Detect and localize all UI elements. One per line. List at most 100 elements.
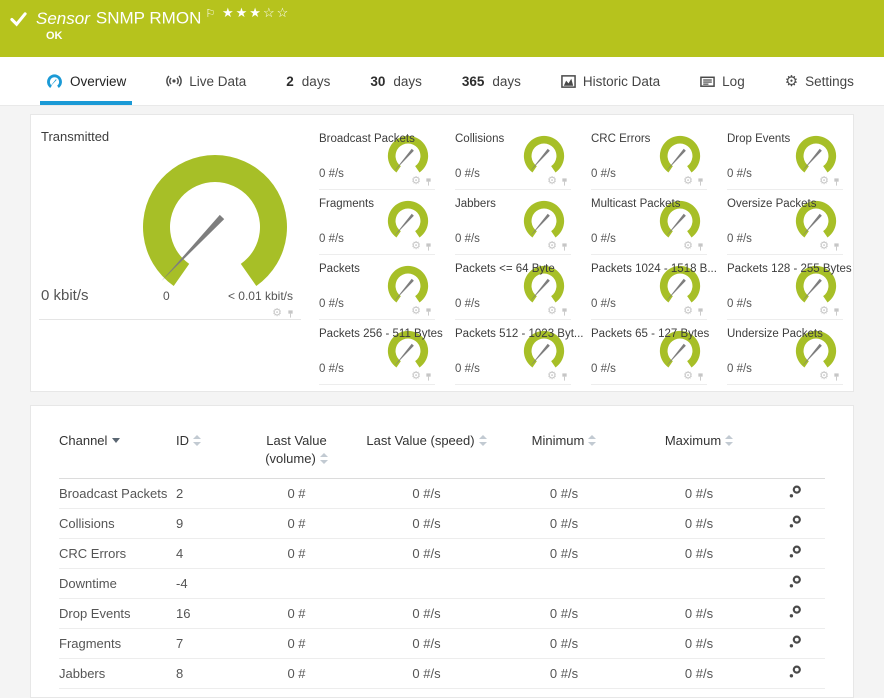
pin-icon[interactable]: [286, 309, 295, 319]
tab-settings[interactable]: ⚙ Settings: [785, 57, 854, 105]
channel-settings-icon[interactable]: [788, 575, 802, 589]
channel-gauge: [795, 135, 837, 173]
gauge-settings-icon[interactable]: ⚙: [411, 306, 421, 317]
gauge-settings-icon[interactable]: ⚙: [683, 371, 693, 382]
channel-gauge-value: 0 #/s: [319, 363, 344, 375]
gauge-settings-icon[interactable]: ⚙: [547, 371, 557, 382]
tab-overview[interactable]: Overview: [39, 57, 133, 105]
gauge-settings-icon[interactable]: ⚙: [683, 241, 693, 252]
table-row: Fragments 7 0 # 0 #/s 0 #/s 0 #/s: [59, 628, 825, 660]
pin-icon[interactable]: [832, 307, 841, 317]
channel-settings-icon[interactable]: [788, 515, 802, 529]
channel-settings-icon[interactable]: [788, 545, 802, 559]
gauge-settings-icon[interactable]: ⚙: [411, 371, 421, 382]
minimum-cell: 0 #/s: [494, 658, 634, 690]
channel-gauge-cell[interactable]: Packets 1024 - 1518 B... 0 #/s ⚙: [591, 255, 717, 320]
minimum-cell: 0 #/s: [494, 508, 634, 540]
status-badge: OK: [46, 30, 63, 42]
gauge-settings-icon[interactable]: ⚙: [819, 306, 829, 317]
gauge-settings-icon[interactable]: ⚙: [683, 306, 693, 317]
gauge-settings-icon[interactable]: ⚙: [683, 176, 693, 187]
priority-stars[interactable]: ★★★☆☆: [222, 5, 290, 21]
channel-gauge-title: Packets 512 - 1023 Byt...: [455, 328, 584, 340]
channel-name-cell: Downtime: [59, 568, 176, 600]
gauge-settings-icon[interactable]: ⚙: [272, 308, 282, 319]
gear-icon: ⚙: [784, 72, 799, 90]
pin-icon[interactable]: [560, 177, 569, 187]
tab-historic-data[interactable]: Historic Data: [561, 57, 660, 105]
sort-icon: [588, 435, 597, 446]
column-header-last-value-volume[interactable]: Last Value (volume): [234, 424, 359, 480]
channel-gauge-cell[interactable]: Packets 0 #/s ⚙: [319, 255, 435, 320]
gauge-settings-icon[interactable]: ⚙: [819, 176, 829, 187]
pin-icon[interactable]: [696, 177, 705, 187]
channel-name-cell: Drop Events: [59, 598, 176, 630]
gauge-settings-icon[interactable]: ⚙: [547, 306, 557, 317]
channel-gauge-grid: Broadcast Packets 0 #/s ⚙ Collisions 0 #…: [309, 125, 853, 391]
table-row: Downtime -4: [59, 568, 825, 600]
pin-icon[interactable]: [560, 372, 569, 382]
column-header-last-value-speed[interactable]: Last Value (speed): [359, 424, 494, 480]
channel-settings-icon[interactable]: [788, 605, 802, 619]
gauge-title: Transmitted: [41, 129, 110, 144]
channel-gauge: [387, 200, 429, 238]
column-header-channel[interactable]: Channel: [59, 424, 176, 480]
tab-label: Settings: [805, 73, 854, 89]
channel-settings-icon[interactable]: [788, 665, 802, 679]
channel-gauge-cell[interactable]: CRC Errors 0 #/s ⚙: [591, 125, 707, 190]
pin-icon[interactable]: [560, 242, 569, 252]
channel-gauge-cell[interactable]: Broadcast Packets 0 #/s ⚙: [319, 125, 435, 190]
log-icon: [700, 76, 715, 87]
channel-id-cell: -4: [176, 568, 234, 600]
table-row: Collisions 9 0 # 0 #/s 0 #/s 0 #/s: [59, 508, 825, 540]
last-value-speed-cell: 0 #/s: [359, 508, 494, 540]
column-header-maximum[interactable]: Maximum: [634, 424, 764, 480]
column-header-minimum[interactable]: Minimum: [494, 424, 634, 480]
gauge-icon: [47, 73, 62, 88]
channel-gauge-cell[interactable]: Oversize Packets 0 #/s ⚙: [727, 190, 843, 255]
channel-gauge-title: Collisions: [455, 133, 505, 145]
gauge-settings-icon[interactable]: ⚙: [819, 241, 829, 252]
transmitted-gauge-cell[interactable]: Transmitted 0 kbit/s 0 < 0.01 kbit/s ⚙: [31, 115, 309, 391]
channel-gauge-cell[interactable]: Packets 65 - 127 Bytes 0 #/s ⚙: [591, 320, 709, 385]
channel-gauge-cell[interactable]: Packets 128 - 255 Bytes 0 #/s ⚙: [727, 255, 852, 320]
gauge-settings-icon[interactable]: ⚙: [819, 371, 829, 382]
pin-icon[interactable]: [832, 372, 841, 382]
column-header-id[interactable]: ID: [176, 424, 234, 480]
tab-number: 2: [286, 73, 294, 89]
pin-icon[interactable]: [696, 242, 705, 252]
channel-gauge-cell[interactable]: Undersize Packets 0 #/s ⚙: [727, 320, 843, 385]
gauge-settings-icon[interactable]: ⚙: [411, 176, 421, 187]
channel-gauge-cell[interactable]: Jabbers 0 #/s ⚙: [455, 190, 571, 255]
pin-icon[interactable]: [560, 307, 569, 317]
pin-icon[interactable]: [424, 242, 433, 252]
pin-icon[interactable]: [832, 242, 841, 252]
pin-icon[interactable]: [696, 307, 705, 317]
tab-2-days[interactable]: 2 days: [286, 57, 330, 105]
gauge-settings-icon[interactable]: ⚙: [547, 241, 557, 252]
priority-flag-icon[interactable]: ⚐: [205, 8, 215, 20]
channel-gauge-cell[interactable]: Drop Events 0 #/s ⚙: [727, 125, 843, 190]
channel-gauge-cell[interactable]: Fragments 0 #/s ⚙: [319, 190, 435, 255]
channel-settings-icon[interactable]: [788, 635, 802, 649]
channel-gauge-cell[interactable]: Multicast Packets 0 #/s ⚙: [591, 190, 707, 255]
gauges-panel: Transmitted 0 kbit/s 0 < 0.01 kbit/s ⚙ B…: [30, 114, 854, 392]
tab-30-days[interactable]: 30 days: [370, 57, 422, 105]
channel-gauge-title: Packets 256 - 511 Bytes: [319, 328, 443, 340]
channel-gauge-cell[interactable]: Packets 512 - 1023 Byt... 0 #/s ⚙: [455, 320, 584, 385]
tab-log[interactable]: Log: [700, 57, 745, 105]
channel-gauge-value: 0 #/s: [455, 298, 480, 310]
channel-gauge-cell[interactable]: Packets 256 - 511 Bytes 0 #/s ⚙: [319, 320, 443, 385]
channel-settings-icon[interactable]: [788, 485, 802, 499]
pin-icon[interactable]: [424, 372, 433, 382]
channel-gauge-cell[interactable]: Collisions 0 #/s ⚙: [455, 125, 571, 190]
pin-icon[interactable]: [832, 177, 841, 187]
gauge-settings-icon[interactable]: ⚙: [547, 176, 557, 187]
tab-live-data[interactable]: Live Data: [166, 57, 246, 105]
tab-365-days[interactable]: 365 days: [462, 57, 521, 105]
gauge-settings-icon[interactable]: ⚙: [411, 241, 421, 252]
pin-icon[interactable]: [424, 307, 433, 317]
pin-icon[interactable]: [696, 372, 705, 382]
channel-gauge-cell[interactable]: Packets <= 64 Byte 0 #/s ⚙: [455, 255, 571, 320]
pin-icon[interactable]: [424, 177, 433, 187]
